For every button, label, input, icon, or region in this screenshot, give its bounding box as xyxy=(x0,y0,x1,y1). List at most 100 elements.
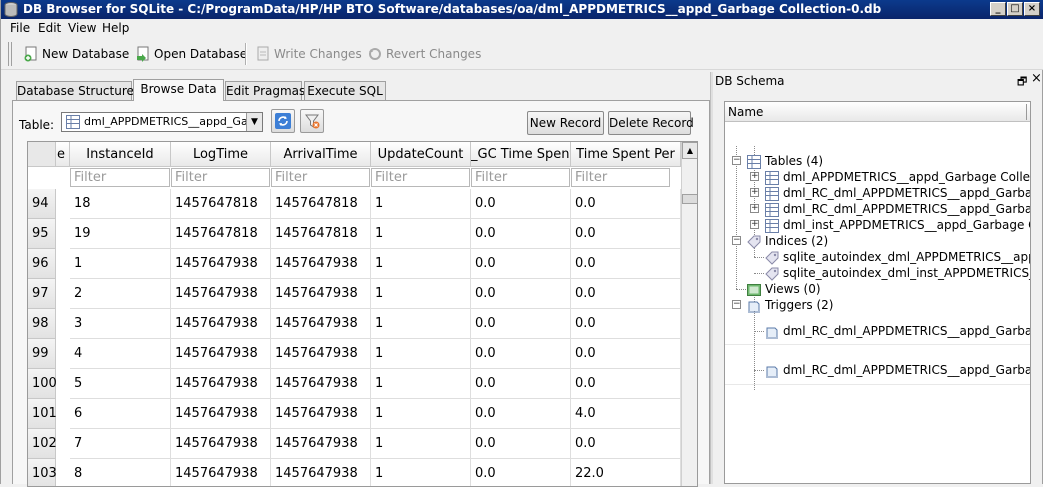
table-cell[interactable]: 1 xyxy=(371,309,471,339)
collapse-triggers-icon[interactable]: − xyxy=(732,300,741,309)
tree-item-index[interactable]: sqlite_autoindex_dml_APPDMETRICS__appd_.… xyxy=(765,249,1030,265)
revert-changes-button[interactable]: Revert Changes xyxy=(367,46,481,63)
table-cell[interactable]: 1457647938 xyxy=(171,279,271,309)
row-number[interactable]: 99 xyxy=(28,339,56,369)
table-cell[interactable]: 0.0 xyxy=(571,249,681,279)
menu-file[interactable]: File xyxy=(10,21,30,35)
tab-database-structure[interactable]: Database Structure xyxy=(16,81,134,101)
expand-icon[interactable]: + xyxy=(750,204,759,213)
filter-input[interactable]: Filter xyxy=(571,168,670,187)
chevron-down-icon[interactable]: ▼ xyxy=(246,113,262,131)
table-cell[interactable]: 1457647938 xyxy=(271,429,371,459)
table-cell[interactable]: 1457647938 xyxy=(171,339,271,369)
column-header[interactable]: InstanceId xyxy=(70,142,171,167)
menu-view[interactable]: View xyxy=(68,21,96,35)
table-cell[interactable]: 8 xyxy=(70,459,171,486)
table-cell[interactable]: 0.0 xyxy=(471,339,571,369)
table-cell[interactable]: 1 xyxy=(371,339,471,369)
table-cell[interactable]: 0.0 xyxy=(471,429,571,459)
row-number[interactable]: 101 xyxy=(28,399,57,429)
table-cell[interactable]: 0.0 xyxy=(571,219,681,249)
collapse-tables-icon[interactable]: − xyxy=(732,156,741,165)
table-cell[interactable]: 0.0 xyxy=(471,459,571,486)
expand-icon[interactable]: + xyxy=(750,172,759,181)
tree-item-table[interactable]: dml_RC_dml_APPDMETRICS__appd_Garbage ... xyxy=(765,201,1030,217)
table-cell[interactable]: 1457647938 xyxy=(271,309,371,339)
table-cell[interactable]: 1457647938 xyxy=(171,459,271,486)
row-number[interactable]: 97 xyxy=(28,279,56,309)
table-cell[interactable]: 1 xyxy=(371,219,471,249)
table-cell[interactable]: 0.0 xyxy=(571,339,681,369)
table-cell[interactable]: 1 xyxy=(371,279,471,309)
row-number[interactable]: 98 xyxy=(28,309,56,339)
table-cell[interactable]: 1457647938 xyxy=(271,459,371,486)
undock-icon[interactable]: 🗗 xyxy=(1017,73,1027,92)
table-cell[interactable]: 1457647938 xyxy=(271,249,371,279)
vertical-scrollbar[interactable]: ▲ xyxy=(681,142,697,486)
tab-browse-data[interactable]: Browse Data xyxy=(133,79,224,101)
table-cell[interactable]: 3 xyxy=(70,309,171,339)
table-cell[interactable]: 0.0 xyxy=(471,279,571,309)
maximize-button[interactable]: □ xyxy=(1007,2,1023,16)
table-cell[interactable]: 1457647938 xyxy=(171,309,271,339)
table-cell[interactable]: 1457647938 xyxy=(271,399,371,429)
table-cell[interactable]: 1457647818 xyxy=(271,219,371,249)
table-cell[interactable]: 1 xyxy=(70,249,171,279)
expand-icon[interactable]: + xyxy=(750,220,759,229)
tree-item-table[interactable]: dml_APPDMETRICS__appd_Garbage Collection xyxy=(765,169,1030,185)
table-cell[interactable]: 1 xyxy=(371,399,471,429)
table-cell[interactable]: 1 xyxy=(371,459,471,486)
row-number[interactable]: 102 xyxy=(28,429,57,459)
table-cell[interactable]: 6 xyxy=(70,399,171,429)
table-cell[interactable]: 2 xyxy=(70,279,171,309)
filter-input[interactable]: Filter xyxy=(371,168,470,187)
table-cell[interactable]: 1457647938 xyxy=(271,339,371,369)
table-cell[interactable]: 0.0 xyxy=(571,309,681,339)
open-database-button[interactable]: Open Database xyxy=(135,46,247,63)
table-cell[interactable]: 4 xyxy=(70,339,171,369)
table-cell[interactable]: 0.0 xyxy=(571,429,681,459)
close-window-button[interactable]: × xyxy=(1024,2,1040,16)
row-number[interactable]: 96 xyxy=(28,249,56,279)
table-cell[interactable]: 0.0 xyxy=(471,219,571,249)
table-cell[interactable]: 4.0 xyxy=(571,399,681,429)
table-cell[interactable]: 1 xyxy=(371,429,471,459)
tree-group-indices[interactable]: Indices (2) xyxy=(747,233,828,249)
table-cell[interactable]: 1 xyxy=(371,189,471,219)
table-cell[interactable]: 1457647938 xyxy=(171,249,271,279)
table-cell[interactable]: 1457647818 xyxy=(171,189,271,219)
table-cell[interactable]: 7 xyxy=(70,429,171,459)
menu-help[interactable]: Help xyxy=(102,21,129,35)
collapse-indices-icon[interactable]: − xyxy=(732,236,741,245)
column-header[interactable]: e xyxy=(56,142,70,167)
delete-record-button[interactable]: Delete Record xyxy=(608,111,694,135)
column-header[interactable]: LogTime xyxy=(171,142,271,167)
table-select[interactable]: dml_APPDMETRICS__appd_Garbage Collection… xyxy=(61,112,263,132)
column-header[interactable]: _GC Time Spent xyxy=(471,142,571,167)
column-header[interactable]: Time Spent Per xyxy=(571,142,681,167)
table-cell[interactable]: 1457647938 xyxy=(271,279,371,309)
tree-group-tables[interactable]: Tables (4) xyxy=(747,153,823,169)
tab-edit-pragmas[interactable]: Edit Pragmas xyxy=(225,81,305,101)
clear-filters-button[interactable] xyxy=(300,109,324,133)
table-cell[interactable]: 1457647938 xyxy=(171,399,271,429)
scroll-thumb[interactable] xyxy=(682,194,697,204)
filter-input[interactable]: Filter xyxy=(70,168,170,187)
tree-item-table[interactable]: dml_RC_dml_APPDMETRICS__appd_Garbage ... xyxy=(765,185,1030,201)
table-cell[interactable]: 1 xyxy=(371,369,471,399)
table-cell[interactable]: 18 xyxy=(70,189,171,219)
write-changes-button[interactable]: Write Changes xyxy=(255,46,362,63)
table-cell[interactable]: 0.0 xyxy=(471,399,571,429)
row-number[interactable]: 100 xyxy=(28,369,57,399)
expand-icon[interactable]: + xyxy=(750,188,759,197)
menu-edit[interactable]: Edit xyxy=(38,21,61,35)
tree-item-table[interactable]: dml_inst_APPDMETRICS__appd_Garbage Coll.… xyxy=(765,217,1030,233)
close-icon[interactable]: × xyxy=(1031,71,1042,86)
row-number[interactable]: 95 xyxy=(28,219,56,249)
table-cell[interactable]: 0.0 xyxy=(471,189,571,219)
table-cell[interactable]: 0.0 xyxy=(471,249,571,279)
table-cell[interactable]: 0.0 xyxy=(471,309,571,339)
table-cell[interactable]: 1457647938 xyxy=(171,429,271,459)
table-cell[interactable]: 5 xyxy=(70,369,171,399)
table-cell[interactable]: 19 xyxy=(70,219,171,249)
